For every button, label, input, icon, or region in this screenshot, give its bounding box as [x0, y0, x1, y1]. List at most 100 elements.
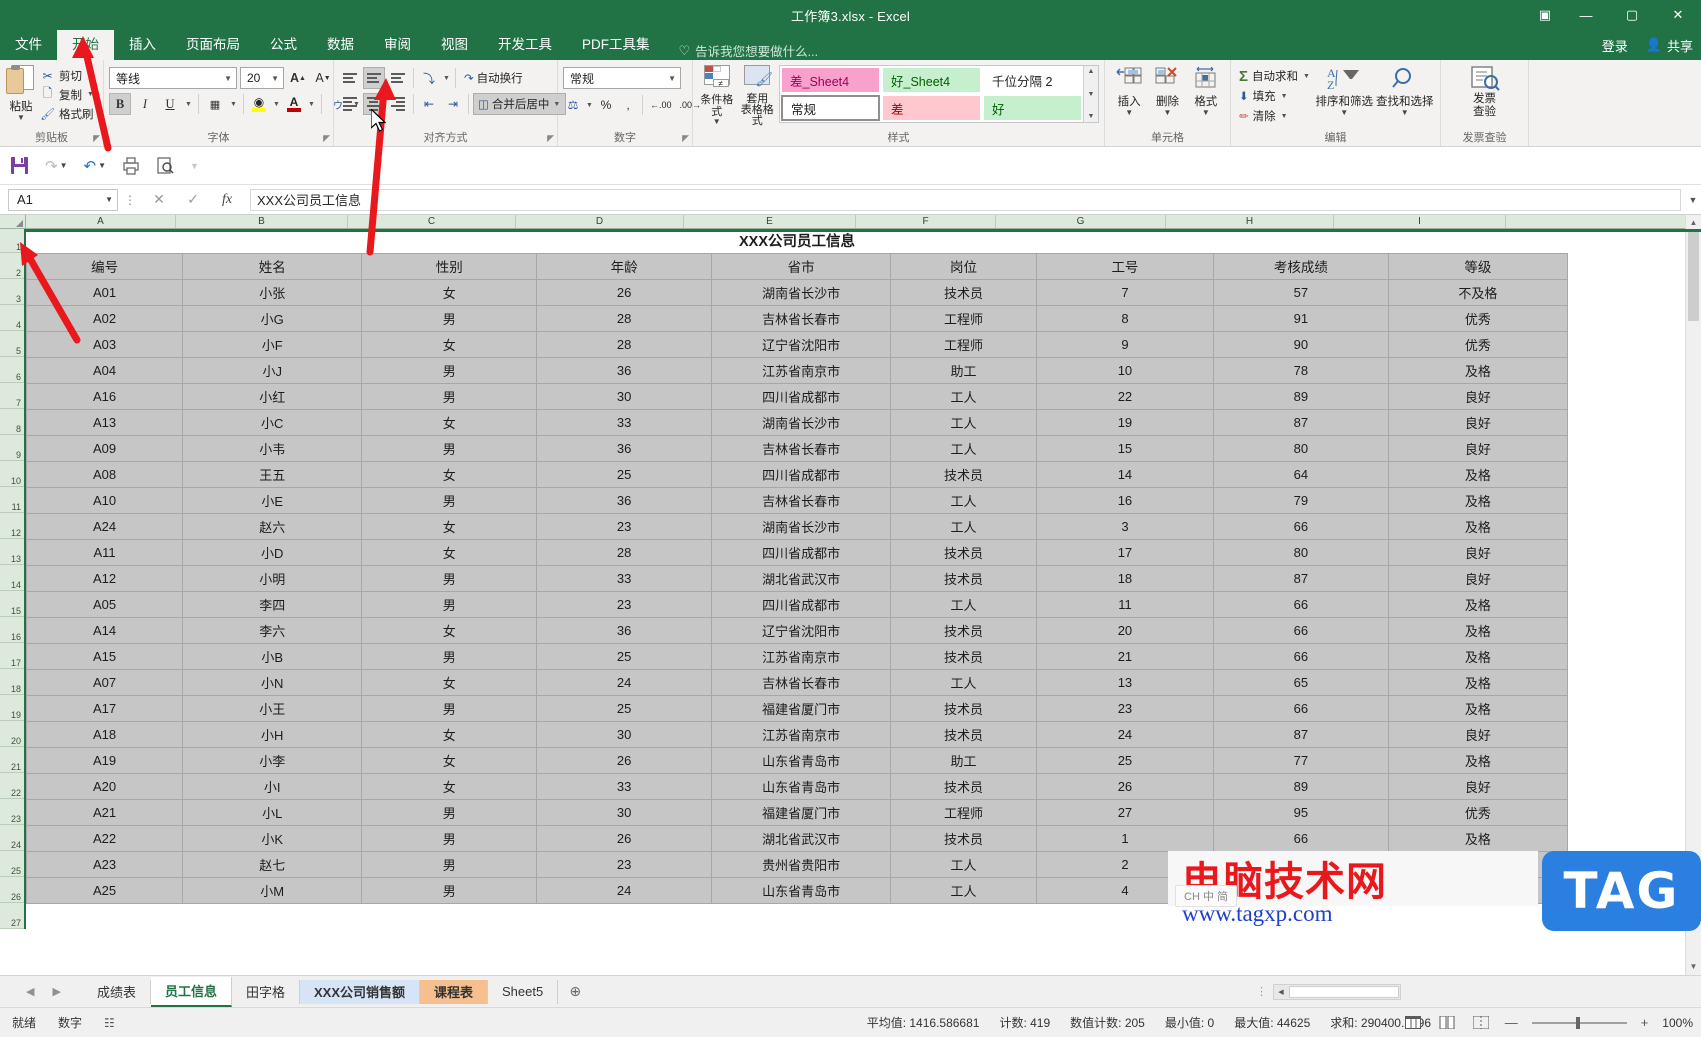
- font-color-button[interactable]: A: [284, 93, 304, 115]
- row-header-27[interactable]: 27: [0, 903, 24, 929]
- cell-r8-cI[interactable]: 良好: [1387, 408, 1569, 436]
- cell-r24-cI[interactable]: 及格: [1387, 824, 1569, 852]
- cell-r24-cG[interactable]: 1: [1035, 824, 1214, 852]
- find-select-button[interactable]: 查找和选择 ▼: [1375, 63, 1435, 117]
- cell-r24-cC[interactable]: 男: [361, 824, 538, 852]
- cell-r22-cD[interactable]: 33: [536, 772, 713, 800]
- row-header-18[interactable]: 18: [0, 669, 24, 695]
- cell-r19-cE[interactable]: 福建省厦门市: [711, 694, 892, 722]
- column-header-B[interactable]: B: [176, 215, 348, 228]
- horizontal-scrollbar[interactable]: ◀: [1273, 983, 1401, 1000]
- cell-r13-cF[interactable]: 技术员: [890, 538, 1037, 566]
- cell-r19-cH[interactable]: 66: [1212, 694, 1389, 722]
- number-format-combo[interactable]: 常规 ▼: [563, 67, 681, 89]
- cell-r26-cF[interactable]: 工人: [890, 876, 1037, 904]
- align-top-button[interactable]: [339, 67, 361, 89]
- cell-r25-cB[interactable]: 赵七: [182, 850, 363, 878]
- zoom-out-icon[interactable]: —: [1505, 1015, 1518, 1030]
- cell-r10-cB[interactable]: 王五: [182, 460, 363, 488]
- conditional-formatting-button[interactable]: ≠ 条件格式 ▼: [698, 65, 736, 126]
- cell-r19-cA[interactable]: A17: [25, 694, 184, 722]
- cell-r17-cD[interactable]: 25: [536, 642, 713, 670]
- sheet-tab-chengjibiao[interactable]: 成绩表: [83, 979, 151, 1004]
- cell-r16-cC[interactable]: 女: [361, 616, 538, 644]
- clear-chevron-down-icon[interactable]: ▼: [1280, 113, 1289, 120]
- fill-color-chevron-down-icon[interactable]: ▼: [272, 101, 281, 108]
- tab-review[interactable]: 审阅: [369, 30, 426, 60]
- status-average[interactable]: 平均值: 1416.586681: [867, 1014, 980, 1031]
- cell-r20-cF[interactable]: 技术员: [890, 720, 1037, 748]
- cell-r12-cD[interactable]: 23: [536, 512, 713, 540]
- cell-r3-cH[interactable]: 57: [1212, 278, 1389, 306]
- cell-r25-cA[interactable]: A23: [25, 850, 184, 878]
- fill-button[interactable]: ⬇ 填充 ▼: [1236, 86, 1314, 106]
- add-sheet-button[interactable]: ⊕: [558, 983, 592, 1000]
- cell-r6-cI[interactable]: 及格: [1387, 356, 1569, 384]
- header-cell-position[interactable]: 岗位: [890, 252, 1037, 280]
- cell-r8-cG[interactable]: 19: [1035, 408, 1214, 436]
- cell-r7-cE[interactable]: 四川省成都市: [711, 382, 892, 410]
- cell-r19-cG[interactable]: 23: [1035, 694, 1214, 722]
- cell-r6-cG[interactable]: 10: [1035, 356, 1214, 384]
- cell-r18-cD[interactable]: 24: [536, 668, 713, 696]
- cell-r3-cF[interactable]: 技术员: [890, 278, 1037, 306]
- row-header-17[interactable]: 17: [0, 643, 24, 669]
- cell-r9-cG[interactable]: 15: [1035, 434, 1214, 462]
- cell-r11-cA[interactable]: A10: [25, 486, 184, 514]
- font-size-chevron-down-icon[interactable]: ▼: [271, 74, 279, 83]
- column-header-I[interactable]: I: [1334, 215, 1506, 228]
- row-header-26[interactable]: 26: [0, 877, 24, 903]
- cell-r12-cG[interactable]: 3: [1035, 512, 1214, 540]
- cell-r20-cG[interactable]: 24: [1035, 720, 1214, 748]
- row-header-4[interactable]: 4: [0, 305, 24, 331]
- underline-chevron-down-icon[interactable]: ▼: [184, 101, 193, 108]
- cell-r17-cA[interactable]: A15: [25, 642, 184, 670]
- cell-styles-gallery[interactable]: 差_Sheet4 好_Sheet4 千位分隔 2 常规 差 好 ▲ ▼ ▼: [779, 65, 1099, 123]
- quick-print-button[interactable]: [122, 156, 140, 175]
- cell-r9-cD[interactable]: 36: [536, 434, 713, 462]
- cell-r9-cF[interactable]: 工人: [890, 434, 1037, 462]
- cell-r24-cF[interactable]: 技术员: [890, 824, 1037, 852]
- cell-r5-cC[interactable]: 女: [361, 330, 538, 358]
- column-header-D[interactable]: D: [516, 215, 684, 228]
- underline-button[interactable]: U: [159, 93, 181, 115]
- cell-r4-cG[interactable]: 8: [1035, 304, 1214, 332]
- row-header-23[interactable]: 23: [0, 799, 24, 825]
- cell-r9-cC[interactable]: 男: [361, 434, 538, 462]
- clipboard-dialog-launcher[interactable]: ◤: [93, 133, 100, 144]
- header-cell-age[interactable]: 年龄: [536, 252, 713, 280]
- cell-r13-cA[interactable]: A11: [25, 538, 184, 566]
- cell-r9-cH[interactable]: 80: [1212, 434, 1389, 462]
- tab-developer[interactable]: 开发工具: [483, 30, 567, 60]
- cell-r25-cC[interactable]: 男: [361, 850, 538, 878]
- cell-r23-cH[interactable]: 95: [1212, 798, 1389, 826]
- header-cell-province[interactable]: 省市: [711, 252, 892, 280]
- header-cell-id[interactable]: 编号: [25, 252, 184, 280]
- cell-r4-cF[interactable]: 工程师: [890, 304, 1037, 332]
- cell-r17-cH[interactable]: 66: [1212, 642, 1389, 670]
- cell-r23-cD[interactable]: 30: [536, 798, 713, 826]
- header-cell-name[interactable]: 姓名: [182, 252, 363, 280]
- style-cell-good-sheet4[interactable]: 好_Sheet4: [882, 67, 981, 93]
- paste-chevron-down-icon[interactable]: ▼: [17, 114, 25, 122]
- cell-r5-cE[interactable]: 辽宁省沈阳市: [711, 330, 892, 358]
- fill-chevron-down-icon[interactable]: ▼: [1280, 93, 1289, 100]
- row-header-3[interactable]: 3: [0, 279, 24, 305]
- bold-button[interactable]: B: [109, 93, 131, 115]
- tab-formulas[interactable]: 公式: [255, 30, 312, 60]
- tab-pdf-tools[interactable]: PDF工具集: [567, 30, 665, 60]
- cell-r8-cE[interactable]: 湖南省长沙市: [711, 408, 892, 436]
- cell-r13-cC[interactable]: 女: [361, 538, 538, 566]
- cell-r17-cG[interactable]: 21: [1035, 642, 1214, 670]
- cell-r22-cI[interactable]: 良好: [1387, 772, 1569, 800]
- cell-r21-cC[interactable]: 女: [361, 746, 538, 774]
- cell-r24-cE[interactable]: 湖北省武汉市: [711, 824, 892, 852]
- zoom-in-icon[interactable]: +: [1641, 1015, 1649, 1030]
- row-header-11[interactable]: 11: [0, 487, 24, 513]
- row-header-21[interactable]: 21: [0, 747, 24, 773]
- row-header-15[interactable]: 15: [0, 591, 24, 617]
- cell-r11-cD[interactable]: 36: [536, 486, 713, 514]
- cell-r20-cI[interactable]: 良好: [1387, 720, 1569, 748]
- cell-r26-cE[interactable]: 山东省青岛市: [711, 876, 892, 904]
- cell-r7-cC[interactable]: 男: [361, 382, 538, 410]
